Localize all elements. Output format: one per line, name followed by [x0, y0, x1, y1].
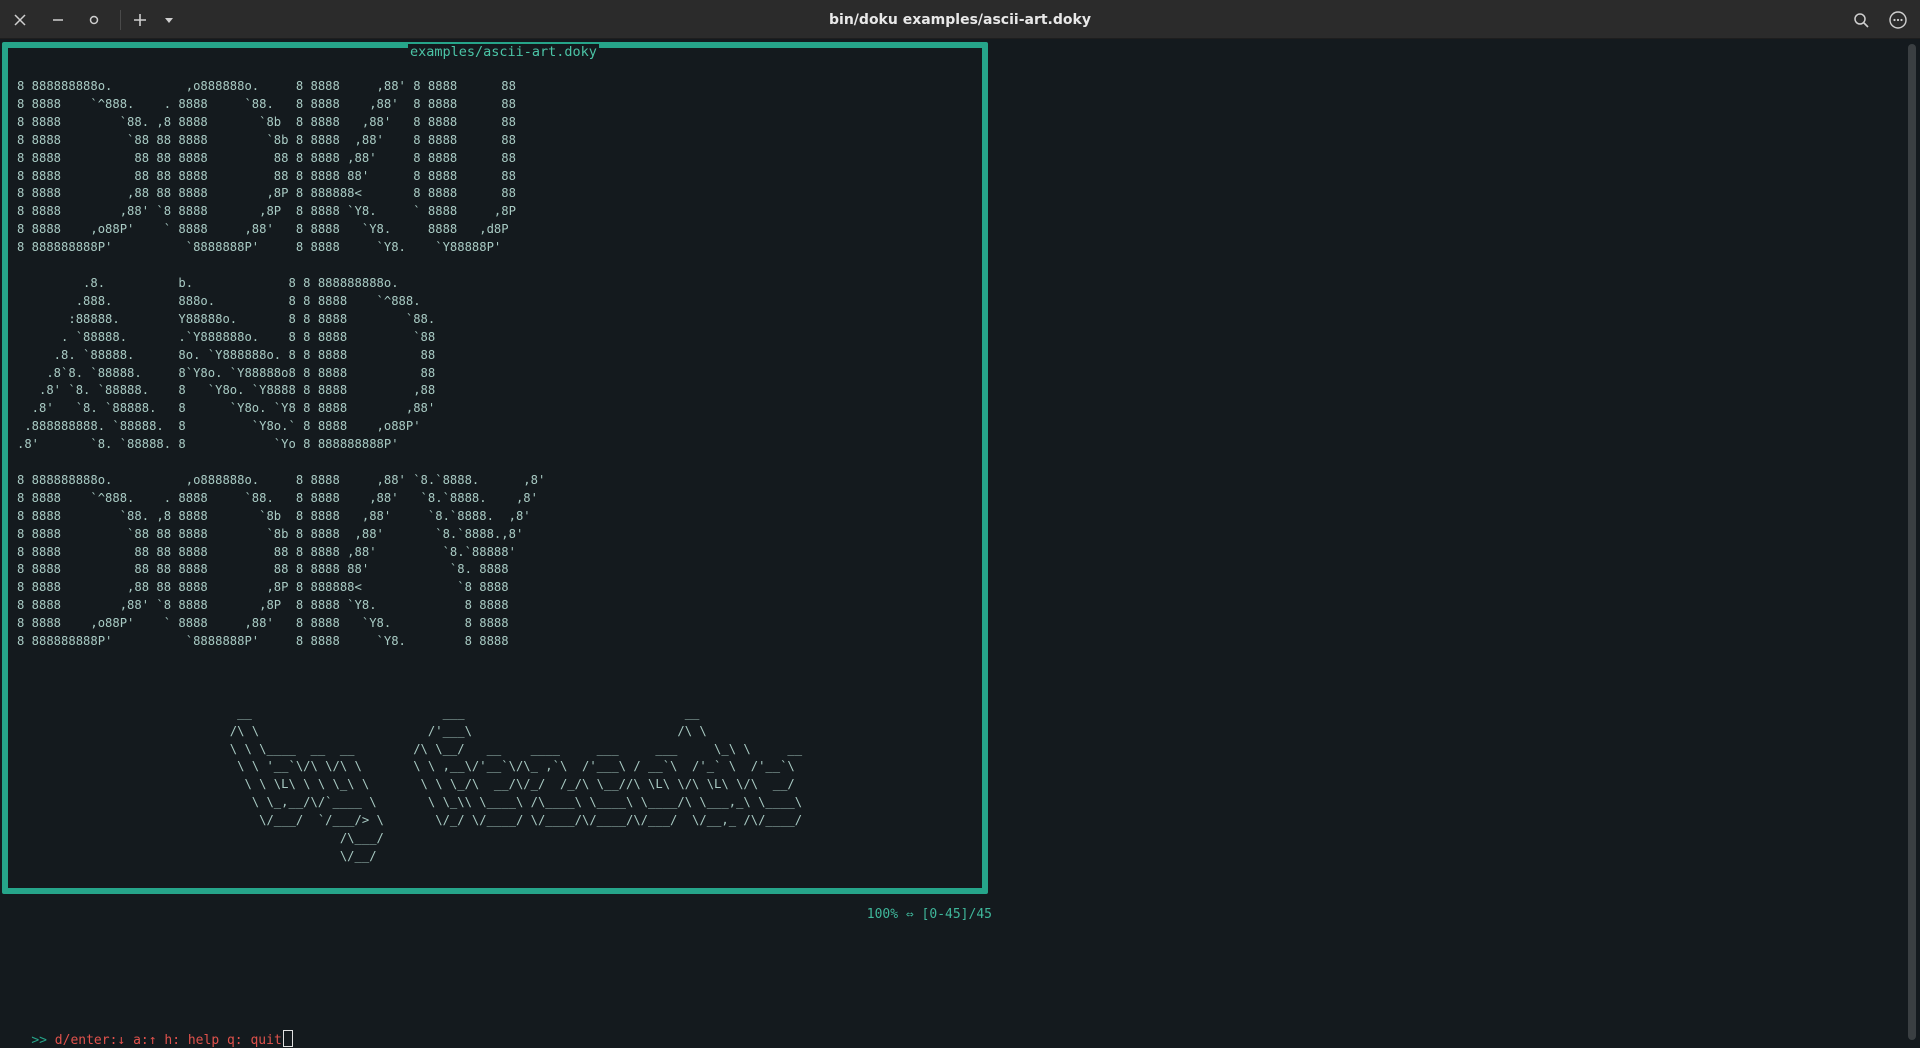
minimize-icon[interactable] [46, 8, 70, 32]
maximize-icon[interactable] [82, 8, 106, 32]
chevron-down-icon[interactable] [157, 8, 181, 32]
ascii-art-content: 8 888888888o. ,o888888o. 8 8888 ,88' 8 8… [17, 79, 803, 863]
plus-icon[interactable] [128, 8, 152, 32]
terminal-body[interactable]: examples/ascii-art.doky 8 888888888o. ,o… [0, 40, 1920, 1048]
search-icon[interactable] [1849, 8, 1873, 32]
viewer-file-name: examples/ascii-art.doky [408, 44, 599, 60]
titlebar-separator [120, 10, 121, 30]
more-icon[interactable] [1886, 8, 1910, 32]
prompt-prefix: >> [31, 1033, 47, 1048]
window-title: bin/doku examples/ascii-art.doky [829, 12, 1091, 28]
scroll-position-status: 100% ⇔ [0-45]/45 [866, 907, 992, 922]
vertical-scrollbar[interactable] [1908, 44, 1916, 1040]
prompt-keybindings: d/enter:↓ a:↑ h: help q: quit [54, 1033, 282, 1048]
title-bar: bin/doku examples/ascii-art.doky [0, 0, 1920, 39]
command-prompt[interactable]: >> d/enter:↓ a:↑ h: help q: quit [0, 1012, 293, 1048]
text-cursor [282, 1030, 293, 1047]
close-icon[interactable] [8, 8, 32, 32]
